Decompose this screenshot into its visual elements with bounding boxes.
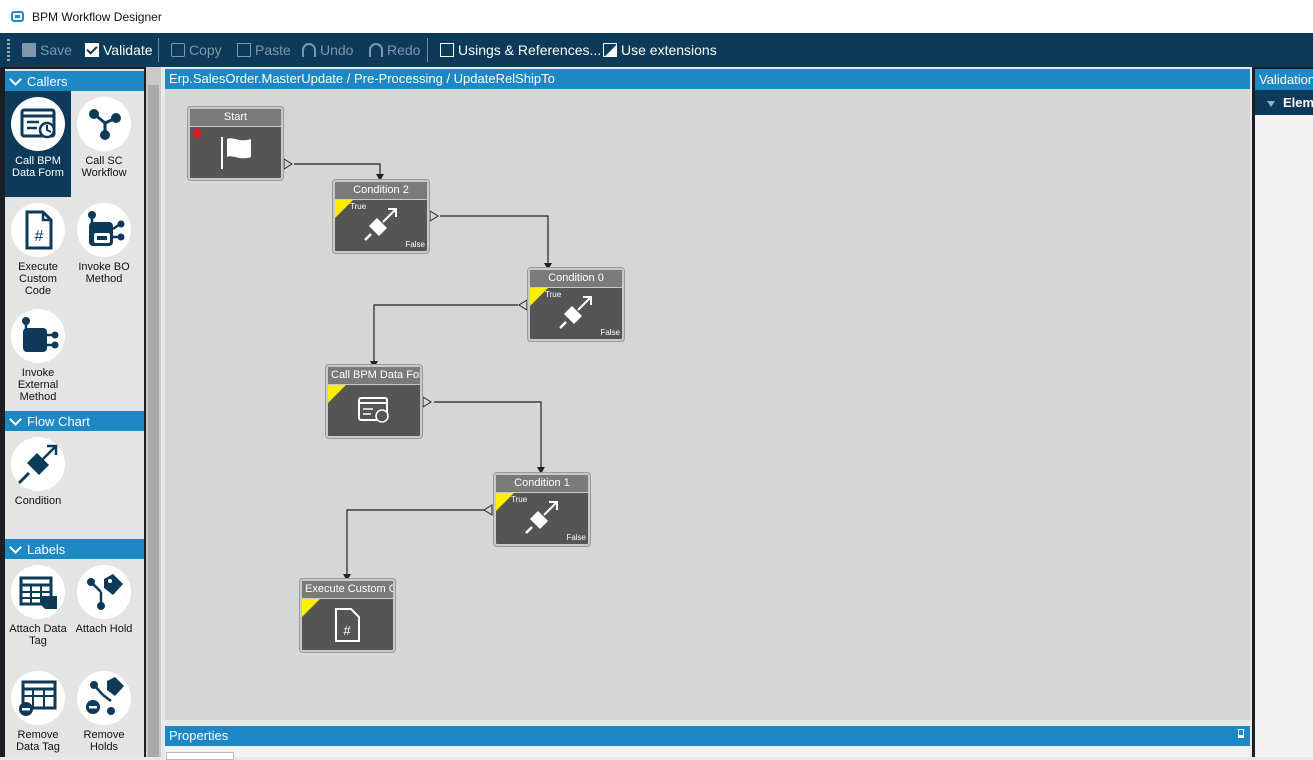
window-title: BPM Workflow Designer: [32, 10, 162, 24]
category-labels[interactable]: Labels: [5, 539, 144, 559]
tool-execute-custom-code[interactable]: # Execute Custom Code: [5, 197, 71, 303]
remove-data-tag-icon: [11, 671, 65, 725]
checkbox-icon: [85, 43, 99, 57]
pin-icon[interactable]: [1238, 729, 1244, 738]
status-flag: [328, 385, 346, 403]
tool-remove-holds[interactable]: Remove Holds: [71, 665, 137, 757]
toolbar-separator: [427, 38, 428, 62]
redo-icon: [369, 43, 383, 57]
node-call-bpm-data-form[interactable]: Call BPM Data Form: [326, 365, 422, 438]
app-icon: [11, 11, 24, 22]
validation-panel: Validation Element: [1252, 67, 1313, 757]
svg-text:#: #: [343, 623, 351, 638]
data-form-icon: [358, 397, 389, 423]
usings-references-button[interactable]: Usings & References...: [440, 33, 601, 67]
data-tag-icon: [11, 565, 65, 619]
tool-attach-hold[interactable]: Attach Hold: [71, 559, 137, 665]
node-execute-custom-code[interactable]: Execute Custom Code #: [300, 579, 395, 652]
redo-button[interactable]: Redo: [369, 33, 420, 67]
status-flag: [302, 599, 320, 617]
extensions-icon: [603, 43, 617, 57]
node-title: Condition 0: [530, 270, 622, 288]
references-icon: [440, 43, 454, 57]
scrollbar-thumb[interactable]: [148, 85, 159, 757]
node-title: Condition 1: [496, 475, 588, 493]
properties-panel: [165, 746, 1250, 760]
tool-attach-data-tag[interactable]: Attach Data Tag: [5, 559, 71, 665]
tool-condition[interactable]: Condition: [5, 431, 71, 537]
node-title: Start: [190, 109, 281, 127]
category-flow-chart[interactable]: Flow Chart: [5, 411, 144, 431]
tool-invoke-external-method[interactable]: Invoke External Method: [5, 303, 71, 409]
undo-button[interactable]: Undo: [302, 33, 353, 67]
condition-icon: [525, 501, 558, 534]
chevron-down-icon: [10, 76, 21, 87]
category-callers[interactable]: Callers: [5, 71, 144, 91]
chevron-down-icon: [10, 416, 21, 427]
validation-header: Validation: [1255, 69, 1313, 90]
code-file-icon: #: [11, 203, 65, 257]
svg-text:#: #: [35, 228, 44, 245]
paste-button[interactable]: Paste: [237, 33, 291, 67]
save-icon: [22, 43, 36, 57]
node-title: Call BPM Data Form: [328, 367, 420, 385]
condition-icon: [364, 208, 397, 241]
code-file-icon: #: [335, 608, 360, 642]
node-condition-2[interactable]: Condition 2 True False: [333, 180, 429, 253]
node-condition-0[interactable]: Condition 0 True False: [528, 268, 624, 341]
main-toolbar: Save Validate Copy Paste Undo Redo Using…: [0, 33, 1313, 67]
plus-icon: ✚: [192, 126, 203, 141]
workflow-canvas[interactable]: Start ✚ Condition 2 True False Condition…: [165, 89, 1250, 720]
tool-remove-data-tag[interactable]: Remove Data Tag: [5, 665, 71, 757]
remove-holds-icon: [77, 671, 131, 725]
window-titlebar: BPM Workflow Designer: [0, 0, 1313, 33]
save-button[interactable]: Save: [22, 33, 72, 67]
data-form-icon: [11, 97, 65, 151]
tool-invoke-bo-method[interactable]: Invoke BO Method: [71, 197, 137, 303]
undo-icon: [302, 43, 316, 57]
copy-icon: [171, 43, 185, 57]
hold-tag-icon: [77, 565, 131, 619]
element-column-header[interactable]: Element: [1255, 90, 1313, 115]
node-start[interactable]: Start ✚: [188, 107, 283, 180]
properties-panel-header: Properties: [165, 726, 1250, 746]
chevron-down-icon: [10, 544, 21, 555]
breadcrumb: Erp.SalesOrder.MasterUpdate / Pre-Proces…: [165, 69, 1250, 89]
toolbar-grip[interactable]: [7, 39, 10, 61]
validate-button[interactable]: Validate: [85, 33, 153, 67]
toolbox-scrollbar[interactable]: [146, 67, 161, 757]
tool-call-bpm-data-form[interactable]: Call BPM Data Form: [5, 91, 71, 197]
node-title: Condition 2: [335, 182, 427, 200]
external-method-icon: [11, 309, 65, 363]
node-condition-1[interactable]: Condition 1 True False: [494, 473, 590, 546]
toolbar-separator: [158, 38, 159, 62]
condition-icon: [11, 437, 65, 491]
sort-arrow-icon: [1267, 100, 1275, 107]
validation-list: [1255, 115, 1313, 757]
properties-tab[interactable]: [166, 752, 234, 760]
tool-call-sc-workflow[interactable]: Call SC Workflow: [71, 91, 137, 197]
toolbox-panel: Callers Call BPM Data Form Call SC Workf…: [0, 67, 146, 757]
use-extensions-button[interactable]: Use extensions: [603, 33, 717, 67]
paste-icon: [237, 43, 251, 57]
flag-icon: [221, 137, 251, 169]
copy-button[interactable]: Copy: [171, 33, 222, 67]
bo-method-icon: [77, 203, 131, 257]
node-title: Execute Custom Code: [302, 581, 393, 599]
condition-icon: [559, 296, 592, 329]
workflow-icon: [77, 97, 131, 151]
